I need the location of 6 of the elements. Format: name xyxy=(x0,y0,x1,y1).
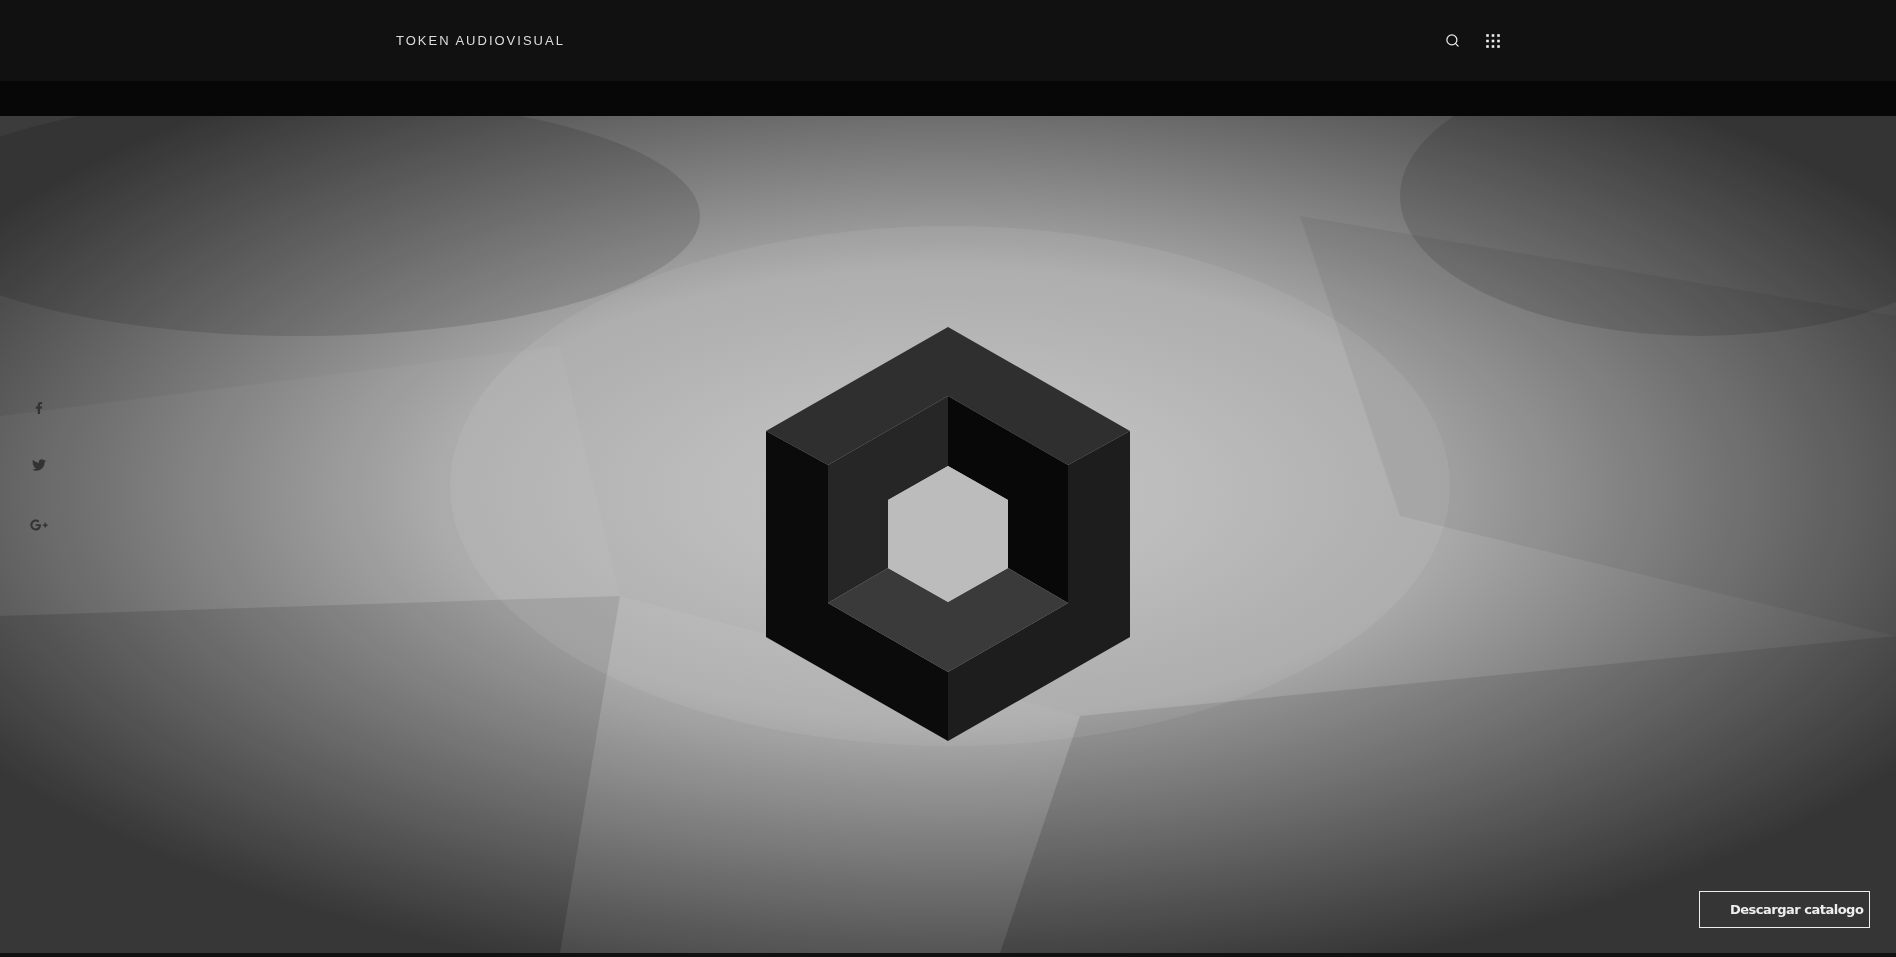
download-catalog-button[interactable]: Descargar catalogo xyxy=(1699,891,1870,928)
facebook-icon[interactable] xyxy=(33,402,45,414)
grid-menu-icon[interactable] xyxy=(1486,33,1500,48)
search-icon[interactable] xyxy=(1445,33,1460,48)
twitter-icon[interactable] xyxy=(32,458,46,472)
brand-logo[interactable]: TOKEN AUDIOVISUAL xyxy=(396,33,565,48)
